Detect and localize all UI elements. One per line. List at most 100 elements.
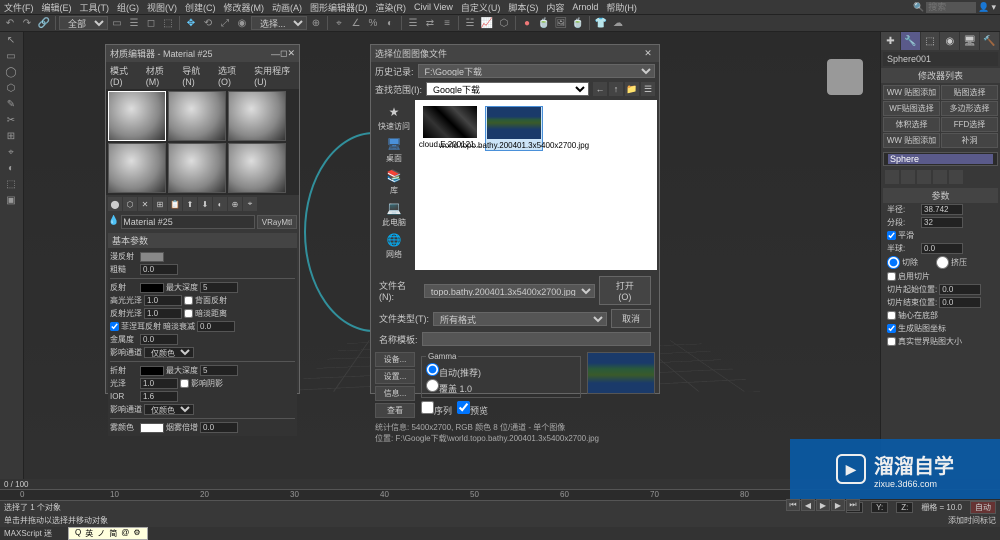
tool-ic2[interactable]: ▭ [0, 48, 22, 64]
cmd-tab-utilities[interactable]: 🔨 [980, 32, 1000, 50]
preview-checkbox[interactable] [457, 401, 470, 414]
dimdist-cb[interactable] [184, 309, 193, 318]
place-network[interactable]: 🌐网络 [384, 232, 404, 260]
mat-slot-5[interactable] [168, 143, 226, 193]
arrow-icon[interactable]: ↖ [0, 32, 22, 48]
chop-radio[interactable] [887, 256, 900, 269]
gencoords-checkbox[interactable] [887, 324, 896, 333]
tool-ic9[interactable]: ◐ [0, 160, 22, 176]
fresnel-cb[interactable] [110, 322, 119, 331]
affect-channel-combo[interactable]: 仅颜色 [144, 347, 194, 358]
matedit-menu-utils[interactable]: 实用程序(U) [254, 64, 295, 87]
spinner-snap-icon[interactable]: ◐ [382, 15, 398, 31]
cmd-tab-motion[interactable]: ◉ [940, 32, 960, 50]
lookin-combo[interactable]: Google下载 [426, 82, 589, 96]
nav-viewmenu-icon[interactable]: ☰ [641, 82, 655, 96]
place-desktop[interactable]: 🖥桌面 [384, 136, 404, 164]
select-icon[interactable]: ▭ [109, 15, 125, 31]
mat-slot-6[interactable] [228, 143, 286, 193]
menu-content[interactable]: 内容 [546, 1, 564, 14]
placement-icon[interactable]: ◉ [234, 15, 250, 31]
smooth-checkbox[interactable] [887, 231, 896, 240]
tool-ic11[interactable]: ▣ [0, 192, 22, 208]
nav-up-icon[interactable]: ↑ [609, 82, 623, 96]
menu-file[interactable]: 文件(F) [4, 1, 34, 14]
nav-newfolder-icon[interactable]: 📁 [625, 82, 639, 96]
devices-button[interactable]: 设备... [375, 352, 415, 367]
radius-spinner[interactable]: 38.742 [921, 204, 963, 215]
menu-group[interactable]: 组(G) [117, 1, 139, 14]
auto-key-button[interactable]: 自动 [970, 501, 996, 514]
matedit-maximize-icon[interactable]: ◻ [280, 48, 287, 59]
menu-grapheditors[interactable]: 图形编辑器(D) [310, 1, 368, 14]
mat-slot-4[interactable] [108, 143, 166, 193]
menu-help[interactable]: 帮助(H) [606, 1, 637, 14]
filename-input[interactable]: topo.bathy.200401.3x5400x2700.jpg [424, 284, 595, 298]
modbtn-2[interactable]: 贴图选择 [941, 85, 998, 100]
tool-ic5[interactable]: ✎ [0, 96, 22, 112]
modbtn-3[interactable]: WF贴图选择 [883, 101, 940, 116]
mat-tool-7[interactable]: ⬇ [198, 197, 212, 211]
select-rect-icon[interactable]: ◻ [143, 15, 159, 31]
open-button[interactable]: 打开(O) [599, 276, 651, 305]
signin-icon[interactable]: 👤 [978, 2, 989, 13]
mat-tool-1[interactable]: ⬤ [108, 197, 122, 211]
mat-tool-4[interactable]: ⊞ [153, 197, 167, 211]
menu-edit[interactable]: 编辑(E) [42, 1, 72, 14]
snap-icon[interactable]: ⌖ [331, 15, 347, 31]
dimfalloff-spinner[interactable]: 0.0 [197, 321, 235, 332]
cmd-tab-hierarchy[interactable]: ⬚ [921, 32, 941, 50]
ime-pen-icon[interactable]: ノ [97, 528, 105, 539]
filetype-combo[interactable]: 所有格式 [433, 312, 607, 326]
schematic-icon[interactable]: ⬡ [496, 15, 512, 31]
rotate-icon[interactable]: ⟲ [200, 15, 216, 31]
realworld-checkbox[interactable] [887, 337, 896, 346]
squash-radio[interactable] [936, 256, 949, 269]
mirror-icon[interactable]: ⇄ [422, 15, 438, 31]
menu-animation[interactable]: 动画(A) [272, 1, 302, 14]
fogmult-spinner[interactable]: 0.0 [200, 422, 238, 433]
select-name-icon[interactable]: ☰ [126, 15, 142, 31]
modbtn-8[interactable]: 补洞 [941, 133, 998, 148]
cmd-tab-display[interactable]: 🖥 [960, 32, 980, 50]
menu-create[interactable]: 创建(C) [185, 1, 216, 14]
refract-swatch[interactable] [140, 366, 164, 376]
move-icon[interactable]: ✥ [183, 15, 199, 31]
matedit-menu-material[interactable]: 材质(M) [146, 64, 173, 87]
roughness-spinner[interactable]: 0.0 [140, 264, 178, 275]
menu-modifiers[interactable]: 修改器(M) [224, 1, 265, 14]
undo-icon[interactable]: ↶ [2, 15, 18, 31]
rollout-parameters[interactable]: 参数 [883, 188, 998, 203]
mat-pick-icon[interactable]: 💧 [108, 215, 119, 229]
align-icon[interactable]: ≡ [439, 15, 455, 31]
search-input[interactable] [926, 2, 976, 13]
material-name-input[interactable] [121, 215, 255, 229]
mat-slot-3[interactable] [228, 91, 286, 141]
gamma-override-radio[interactable] [426, 379, 439, 392]
mat-tool-5[interactable]: 📋 [168, 197, 182, 211]
menu-script[interactable]: 脚本(S) [508, 1, 538, 14]
selection-filter-combo[interactable]: 全部 [59, 16, 108, 30]
z-field[interactable]: Z: [896, 502, 913, 513]
rollout-basic-params[interactable]: 基本参数 [108, 233, 297, 248]
tool-ic3[interactable]: ◯ [0, 64, 22, 80]
matedit-menu-options[interactable]: 选项(O) [218, 64, 244, 87]
modifier-list-label[interactable]: 修改器列表 [881, 68, 1000, 83]
segs-spinner[interactable]: 32 [921, 217, 963, 228]
viewcube[interactable] [820, 52, 870, 102]
glossiness-spinner[interactable]: 1.0 [140, 378, 178, 389]
mat-slot-1[interactable] [108, 91, 166, 141]
mat-tool-10[interactable]: ⌖ [243, 197, 257, 211]
render-icon[interactable]: 🍵 [570, 15, 586, 31]
mat-tool-6[interactable]: ⬆ [183, 197, 197, 211]
affect-channel-combo2[interactable]: 仅颜色 [144, 404, 194, 415]
matedit-menu-mode[interactable]: 模式(D) [110, 64, 136, 87]
reflect-swatch[interactable] [140, 283, 164, 293]
basepivot-checkbox[interactable] [887, 311, 896, 320]
file-item-world[interactable]: world.topo.bathy.200401.3x5400x2700.jpg [485, 106, 543, 151]
matedit-minimize-icon[interactable]: — [271, 49, 280, 59]
reflgloss-spinner[interactable]: 1.0 [144, 308, 182, 319]
stack-remove-icon[interactable] [933, 170, 947, 184]
modbtn-6[interactable]: FFD选择 [941, 117, 998, 132]
fog-swatch[interactable] [140, 423, 164, 433]
